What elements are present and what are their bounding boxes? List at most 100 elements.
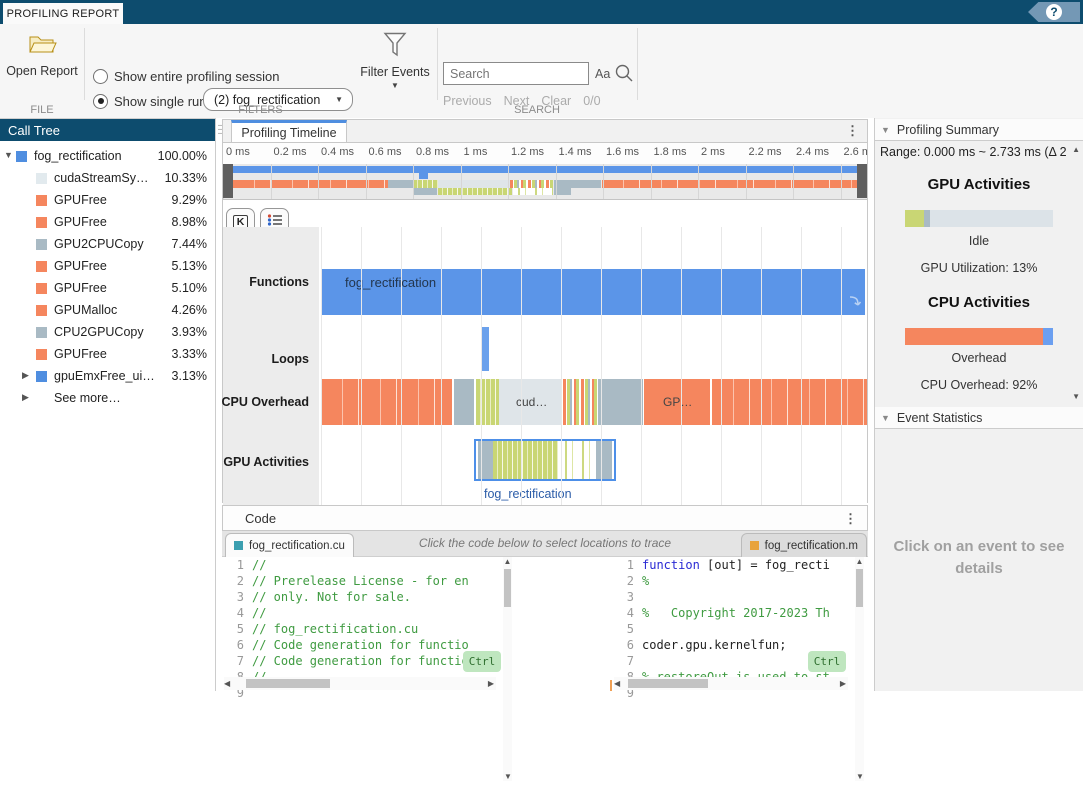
timeline-segment[interactable]: [513, 188, 553, 195]
cu-vertical-scrollbar[interactable]: ▲ ▼: [503, 557, 512, 781]
call-tree-item-label[interactable]: See more…: [54, 391, 121, 405]
timeline-segment[interactable]: [388, 180, 413, 188]
call-tree-item-label[interactable]: GPUMalloc: [54, 303, 117, 317]
call-tree-row[interactable]: cudaStreamSy…10.33%: [0, 168, 215, 190]
cu-horizontal-scrollbar[interactable]: ◀ ▶: [224, 677, 496, 690]
code-line[interactable]: 4//: [222, 605, 503, 621]
scroll-down-icon[interactable]: ▼: [1072, 392, 1080, 401]
call-tree-row[interactable]: GPUFree9.29%: [0, 190, 215, 212]
code-line[interactable]: 6// Code generation for functio: [222, 637, 503, 653]
code-line[interactable]: 1//: [222, 557, 503, 573]
m-horizontal-scrollbar[interactable]: ◀ ▶: [614, 677, 848, 690]
m-hscroll-thumb[interactable]: [628, 679, 708, 688]
call-tree-row[interactable]: GPUFree5.13%: [0, 256, 215, 278]
timeline-segment[interactable]: [233, 166, 859, 173]
scroll-up-icon[interactable]: ▲: [503, 557, 512, 566]
event-statistics-header[interactable]: ▼ Event Statistics: [875, 407, 1083, 429]
timeline-segment[interactable]: [321, 379, 452, 425]
m-vertical-scrollbar[interactable]: ▲ ▼: [855, 557, 864, 781]
call-tree-item-label[interactable]: GPUFree: [54, 281, 107, 295]
timeline-segment[interactable]: [560, 441, 595, 479]
timeline-segment[interactable]: [419, 173, 428, 179]
help-button[interactable]: ?: [1028, 2, 1080, 22]
cu-hscroll-thumb[interactable]: [246, 679, 330, 688]
code-line[interactable]: 2%: [612, 573, 855, 589]
minimap[interactable]: [223, 164, 867, 200]
search-icon[interactable]: [614, 63, 634, 86]
timeline-segment[interactable]: GP…: [644, 379, 710, 425]
match-case-toggle[interactable]: Aa: [595, 67, 610, 81]
code-line[interactable]: 3// only. Not for sale.: [222, 589, 503, 605]
timeline-segment[interactable]: [454, 379, 474, 425]
call-tree-item-label[interactable]: cudaStreamSy…: [54, 171, 148, 185]
search-input[interactable]: [443, 62, 589, 85]
m-vscroll-thumb[interactable]: [856, 569, 863, 607]
scroll-left-icon[interactable]: ◀: [224, 679, 230, 688]
expand-icon[interactable]: ▶: [22, 370, 29, 381]
call-tree-row[interactable]: ▼fog_rectification100.00%: [0, 146, 215, 168]
code-line[interactable]: 2// Prerelease License - for en: [222, 573, 503, 589]
scroll-up-icon[interactable]: ▲: [1072, 145, 1080, 154]
call-tree-row[interactable]: ▶gpuEmxFree_ui…3.13%: [0, 366, 215, 388]
code-line[interactable]: 7// Code generation for functio: [222, 653, 503, 669]
profiling-summary-header[interactable]: ▼ Profiling Summary: [875, 119, 1083, 141]
timeline-segment[interactable]: [712, 379, 867, 425]
minimap-right-handle[interactable]: [857, 164, 867, 198]
call-tree-item-label[interactable]: GPUFree: [54, 347, 107, 361]
scroll-right-icon[interactable]: ▶: [488, 679, 494, 688]
timeline-segment[interactable]: [602, 180, 859, 188]
timeline-segment[interactable]: [493, 441, 558, 479]
call-tree-row[interactable]: GPUFree3.33%: [0, 344, 215, 366]
scroll-down-icon[interactable]: ▼: [856, 772, 864, 781]
timeline-segment[interactable]: [554, 188, 571, 195]
timeline-segment[interactable]: [476, 379, 499, 425]
timeline-tracks[interactable]: fog_rectification cud…GP… fog_rectificat…: [319, 227, 867, 507]
gpu-selected-event[interactable]: [474, 439, 616, 481]
call-tree-item-label[interactable]: CPU2GPUCopy: [54, 325, 144, 339]
expand-icon[interactable]: ▶: [22, 392, 29, 403]
timeline-segment[interactable]: [438, 188, 512, 195]
radio-show-entire-session[interactable]: Show entire profiling session: [93, 68, 279, 84]
code-line[interactable]: 1function [out] = fog_recti: [612, 557, 855, 573]
timeline-segment[interactable]: [414, 188, 437, 195]
code-line[interactable]: 5// fog_rectification.cu: [222, 621, 503, 637]
collapse-icon[interactable]: ▼: [4, 150, 13, 160]
timeline-segment[interactable]: cud…: [499, 379, 561, 425]
timeline-segment[interactable]: [510, 180, 553, 188]
scroll-right-icon[interactable]: ▶: [840, 679, 846, 688]
tab-profiling-report[interactable]: PROFILING REPORT: [2, 2, 124, 25]
call-tree-row[interactable]: CPU2GPUCopy3.93%: [0, 322, 215, 344]
open-report-button[interactable]: Open Report: [0, 32, 84, 94]
timeline-menu-icon[interactable]: ⋮: [846, 124, 859, 138]
timeline-segment[interactable]: [563, 379, 597, 425]
call-tree-row[interactable]: GPU2CPUCopy7.44%: [0, 234, 215, 256]
scroll-up-icon[interactable]: ▲: [855, 557, 864, 566]
scroll-down-icon[interactable]: ▼: [504, 772, 512, 781]
code-line[interactable]: 5: [612, 621, 855, 637]
call-tree-item-label[interactable]: gpuEmxFree_ui…: [54, 369, 155, 383]
cu-vscroll-thumb[interactable]: [504, 569, 511, 607]
minimap-left-handle[interactable]: [223, 164, 233, 198]
call-tree-row[interactable]: ▶ See more…: [0, 388, 215, 410]
call-tree-row[interactable]: GPUFree8.98%: [0, 212, 215, 234]
call-tree-item-label[interactable]: GPUFree: [54, 259, 107, 273]
code-line[interactable]: 4% Copyright 2017-2023 Th: [612, 605, 855, 621]
timeline-segment[interactable]: [598, 379, 643, 425]
call-tree-item-label[interactable]: fog_rectification: [34, 149, 122, 163]
scroll-left-icon[interactable]: ◀: [614, 679, 620, 688]
tab-fog-rectification-m[interactable]: fog_rectification.m: [741, 533, 867, 557]
tab-profiling-timeline[interactable]: Profiling Timeline: [231, 120, 347, 143]
code-menu-icon[interactable]: ⋮: [844, 512, 857, 526]
timeline-segment[interactable]: [413, 180, 438, 188]
call-tree-item-label[interactable]: GPU2CPUCopy: [54, 237, 144, 251]
timeline-segment[interactable]: [596, 441, 612, 479]
call-tree-row[interactable]: GPUMalloc4.26%: [0, 300, 215, 322]
call-tree-row[interactable]: GPUFree5.10%: [0, 278, 215, 300]
filter-events-button[interactable]: Filter Events ▼: [356, 32, 434, 90]
call-tree-item-label[interactable]: GPUFree: [54, 215, 107, 229]
timeline-segment[interactable]: [554, 180, 601, 188]
loop-event-bar[interactable]: [481, 327, 489, 371]
code-line[interactable]: 3: [612, 589, 855, 605]
call-tree-item-label[interactable]: GPUFree: [54, 193, 107, 207]
timeline-segment[interactable]: [438, 180, 510, 188]
